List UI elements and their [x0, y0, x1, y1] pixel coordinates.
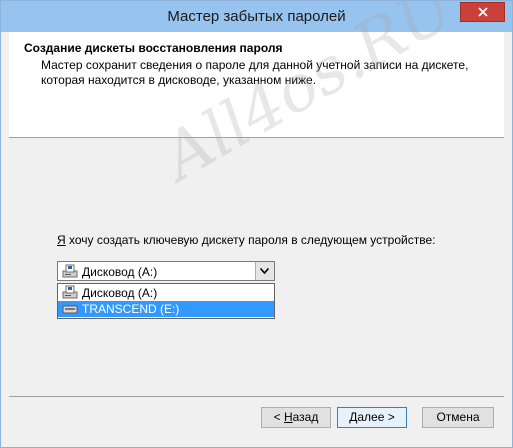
combo-dropdown-button[interactable] [255, 262, 274, 280]
next-label: алее > [357, 410, 395, 424]
dropdown-option-transcend[interactable]: TRANSCEND (E:) [58, 301, 274, 317]
header-description: Мастер сохранит сведения о пароле для да… [41, 58, 469, 87]
title-bar[interactable]: Мастер забытых паролей [1, 1, 512, 32]
device-combobox[interactable]: Дисковод (A:) [57, 261, 275, 281]
back-label: азад [292, 410, 319, 424]
removable-drive-icon [62, 305, 78, 314]
cancel-button[interactable]: Отмена [422, 407, 494, 428]
device-dropdown-list: Дисковод (A:) TRANSCEND (E:) [57, 283, 275, 319]
wizard-window: Мастер забытых паролей Создание дискеты … [0, 0, 513, 448]
close-button[interactable] [460, 2, 505, 22]
back-accelerator: Н [283, 410, 293, 424]
option-label: TRANSCEND (E:) [82, 302, 180, 316]
header-title: Создание дискеты восстановления пароля [24, 41, 283, 55]
back-button[interactable]: < Назад [261, 407, 331, 428]
dropdown-option-floppy[interactable]: Дисковод (A:) [58, 285, 274, 301]
combo-selected-value: Дисковод (A:) [82, 265, 158, 279]
floppy-drive-icon [62, 264, 78, 278]
back-prefix: < [273, 410, 284, 424]
prompt-accelerator: Я [57, 233, 66, 247]
prompt-text: хочу создать ключевую дискету пароля в с… [65, 233, 436, 247]
floppy-drive-icon [62, 285, 78, 299]
device-prompt-label: Я хочу создать ключевую дискету пароля в… [57, 233, 435, 247]
window-title: Мастер забытых паролей [167, 8, 346, 25]
wizard-content: Я хочу создать ключевую дискету пароля в… [9, 138, 504, 396]
wizard-header: Создание дискеты восстановления пароля М… [9, 32, 504, 138]
option-label: Дисковод (A:) [82, 286, 158, 300]
close-icon [478, 7, 488, 17]
chevron-down-icon [260, 268, 269, 274]
wizard-footer: < Назад Далее > Отмена [9, 396, 504, 440]
next-button[interactable]: Далее > [337, 407, 407, 428]
